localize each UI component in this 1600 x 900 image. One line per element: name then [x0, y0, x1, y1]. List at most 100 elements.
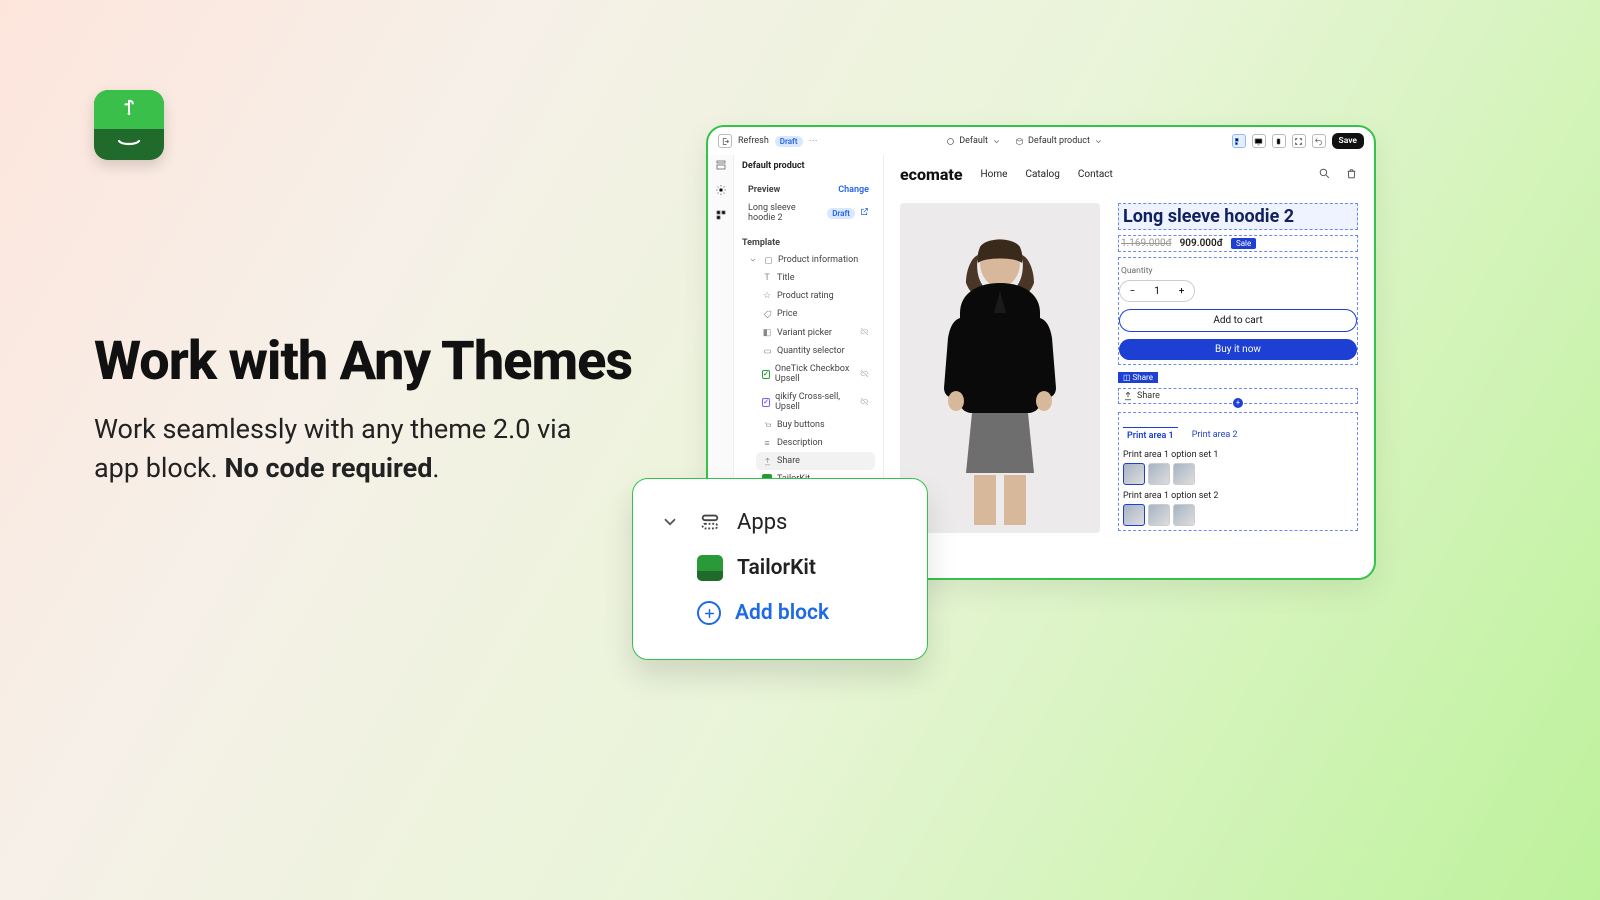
section-product-information[interactable]: Product information	[742, 251, 875, 269]
checkbox-icon-purple: ✓	[762, 398, 770, 407]
product-price: 1.169.000đ 909.000đ Sale	[1118, 235, 1358, 252]
exit-icon[interactable]	[718, 134, 732, 148]
inspector-icon[interactable]	[1232, 134, 1246, 148]
save-button[interactable]: Save	[1332, 133, 1364, 149]
thumb[interactable]	[1148, 504, 1170, 526]
apps-section-header[interactable]: Apps	[657, 499, 903, 545]
block-variant[interactable]: ◧Variant picker	[756, 323, 875, 342]
settings-icon[interactable]	[715, 184, 727, 199]
variant-icon: ◧	[762, 328, 772, 338]
price-new: 909.000đ	[1180, 238, 1223, 249]
block-qikify[interactable]: ✓qikify Cross-sell, Upsell	[756, 388, 875, 416]
share-icon	[762, 456, 772, 466]
editor-topbar: Refresh Draft ⋯ Default Default product …	[708, 127, 1374, 155]
stepper-icon	[762, 346, 772, 356]
option-set-2-thumbs	[1123, 504, 1353, 526]
preview-label: Preview	[748, 185, 780, 195]
storefront-header: ecomate Home Catalog Contact	[884, 155, 1374, 193]
fullscreen-icon[interactable]	[1292, 134, 1306, 148]
text-icon: T	[762, 273, 772, 283]
block-price[interactable]: Price	[756, 305, 875, 323]
subheadline: Work seamlessly with any theme 2.0 via a…	[94, 410, 614, 488]
block-rating[interactable]: ☆Product rating	[756, 287, 875, 305]
preview-draft-pill: Draft	[827, 208, 855, 219]
chevron-down-icon	[657, 509, 683, 535]
nav-contact[interactable]: Contact	[1078, 169, 1113, 180]
store-brand[interactable]: ecomate	[900, 165, 963, 184]
change-link[interactable]: Change	[838, 185, 869, 195]
desktop-icon[interactable]	[1252, 134, 1266, 148]
block-title[interactable]: TTitle	[756, 269, 875, 287]
hide-icon-2[interactable]	[860, 369, 869, 380]
sections-icon[interactable]	[715, 159, 727, 174]
app-tailorkit[interactable]: TailorKit	[657, 545, 903, 591]
buy-it-now-button[interactable]: Buy it now	[1119, 339, 1357, 360]
insert-handle-icon[interactable]: +	[1233, 398, 1243, 408]
hide-icon[interactable]	[860, 327, 869, 338]
model-figure	[900, 203, 1100, 533]
plus-circle-icon	[697, 601, 721, 625]
price-old: 1.169.000đ	[1121, 238, 1172, 249]
apps-rail-icon[interactable]	[715, 209, 727, 224]
thumb[interactable]	[1148, 463, 1170, 485]
qty-value: 1	[1154, 286, 1160, 297]
tailorkit-icon	[697, 555, 723, 581]
template-dropdown[interactable]: Default	[946, 136, 1001, 146]
tab-print-area-2[interactable]: Print area 2	[1188, 427, 1242, 444]
product-title: Long sleeve hoodie 2	[1118, 203, 1358, 230]
app-logo	[94, 90, 164, 160]
theme-preview: ecomate Home Catalog Contact	[884, 155, 1374, 578]
share-block[interactable]: Share +	[1118, 388, 1358, 404]
headline: Work with Any Themes	[94, 330, 632, 393]
qty-plus[interactable]: +	[1179, 286, 1185, 297]
thumb[interactable]	[1123, 463, 1145, 485]
bag-icon[interactable]	[1345, 165, 1358, 184]
sub-bold: No code required	[224, 452, 432, 484]
mobile-icon[interactable]	[1272, 134, 1286, 148]
block-quantity[interactable]: Quantity selector	[756, 342, 875, 360]
option-set-1-label: Print area 1 option set 1	[1123, 450, 1353, 460]
product-dropdown[interactable]: Default product	[1015, 136, 1103, 146]
star-icon: ☆	[762, 291, 772, 301]
undo-icon[interactable]	[1312, 134, 1326, 148]
quantity-stepper[interactable]: − 1 +	[1119, 280, 1195, 302]
hide-icon-3[interactable]	[860, 397, 869, 408]
draft-pill: Draft	[775, 136, 803, 147]
option-set-1-thumbs	[1123, 463, 1353, 485]
thumb[interactable]	[1173, 463, 1195, 485]
apps-label: Apps	[737, 510, 787, 535]
block-onetick[interactable]: ✓OneTick Checkbox Upsell	[756, 360, 875, 388]
qty-minus[interactable]: −	[1129, 286, 1135, 297]
nav-home[interactable]: Home	[981, 169, 1008, 180]
apps-icon	[697, 509, 723, 535]
sub-end: .	[432, 452, 439, 484]
checkbox-icon: ✓	[762, 370, 770, 379]
thumb[interactable]	[1123, 504, 1145, 526]
thumb[interactable]	[1173, 504, 1195, 526]
cart-icon	[762, 420, 772, 430]
share-section-label: ◫ Share	[1118, 372, 1158, 383]
tab-print-area-1[interactable]: Print area 1	[1123, 427, 1178, 444]
block-buy-buttons[interactable]: Buy buttons	[756, 416, 875, 434]
apps-popup: Apps TailorKit Add block	[632, 478, 928, 660]
lines-icon: ≡	[762, 438, 772, 448]
preview-product-name: Long sleeve hoodie 2	[748, 203, 822, 223]
external-link-icon[interactable]	[860, 207, 869, 219]
more-icon[interactable]: ⋯	[809, 136, 818, 146]
search-icon[interactable]	[1318, 165, 1331, 184]
product-info-panel: Long sleeve hoodie 2 1.169.000đ 909.000đ…	[1118, 203, 1358, 568]
nav-catalog[interactable]: Catalog	[1025, 169, 1059, 180]
template-label: Template	[742, 235, 875, 251]
chevron-down-icon	[748, 255, 758, 265]
sidebar-header: Default product	[734, 155, 883, 177]
add-block-button[interactable]: Add block	[657, 591, 903, 635]
option-set-2-label: Print area 1 option set 2	[1123, 491, 1353, 501]
quantity-label: Quantity	[1119, 264, 1357, 278]
refresh-button[interactable]: Refresh	[738, 136, 769, 146]
tag-icon	[762, 309, 772, 319]
add-to-cart-button[interactable]: Add to cart	[1119, 309, 1357, 332]
product-image	[900, 203, 1100, 533]
block-description[interactable]: ≡Description	[756, 434, 875, 452]
sale-badge: Sale	[1231, 238, 1256, 249]
block-share[interactable]: Share	[756, 452, 875, 470]
